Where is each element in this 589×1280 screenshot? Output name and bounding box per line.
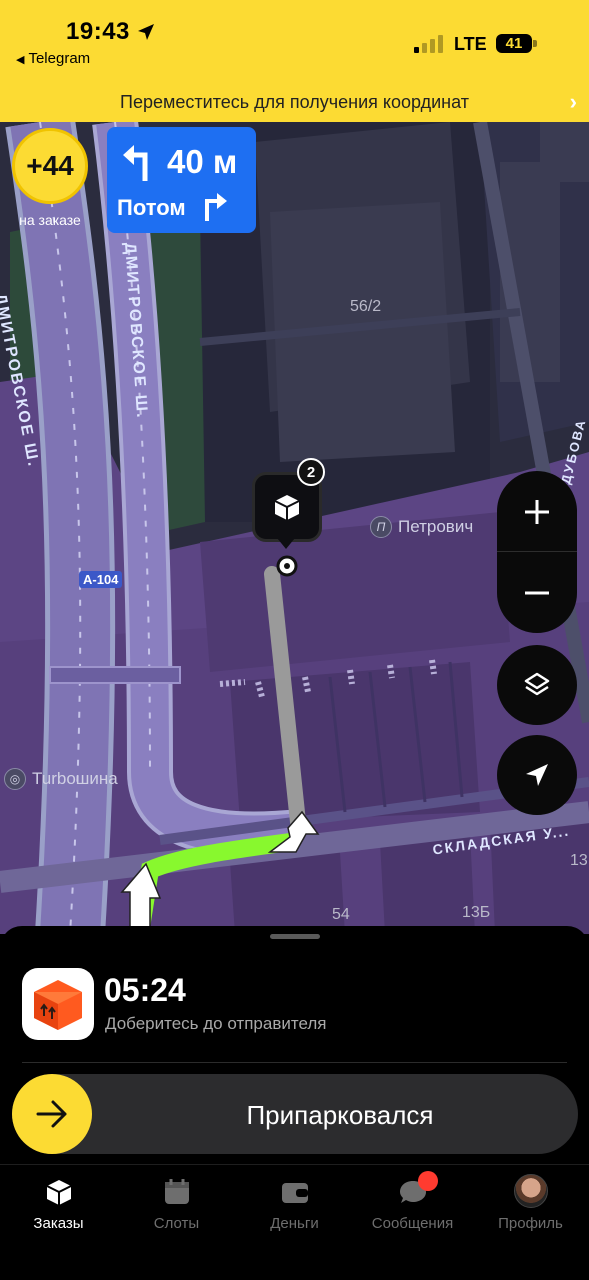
house-number-54: 54 xyxy=(332,906,350,923)
chevron-right-icon: › xyxy=(569,89,577,114)
tab-orders[interactable]: Заказы xyxy=(0,1177,117,1232)
banner-text: Переместитесь для получения координат xyxy=(120,92,469,112)
battery-cap xyxy=(533,40,537,47)
poi-petrovich-name: Петрович xyxy=(398,517,474,536)
location-arrow-icon xyxy=(138,24,154,40)
eta-subtitle: Доберитесь до отправителя xyxy=(105,1014,327,1033)
status-time: 19:43 xyxy=(66,18,130,45)
next-maneuver-label: Потом xyxy=(117,195,186,220)
tab-slots-label: Слоты xyxy=(153,1215,200,1232)
poi-turboshina-name: Turboшина xyxy=(32,769,118,788)
arrow-right-icon xyxy=(36,1100,67,1128)
locate-icon xyxy=(526,764,548,786)
back-to-app-link[interactable]: ◀ Telegram xyxy=(16,50,90,67)
tire-icon: ◎ xyxy=(4,768,26,790)
locate-me-button[interactable] xyxy=(497,735,577,815)
house-number-13b: 13Б xyxy=(462,904,491,921)
tab-profile-label: Профиль xyxy=(498,1215,563,1232)
bottom-tab-bar: Заказы Слоты Деньги Сообщения Профиль xyxy=(0,1164,589,1280)
parked-label: Припарковался xyxy=(246,1100,434,1130)
layers-icon xyxy=(524,672,550,696)
tab-messages[interactable]: Сообщения xyxy=(354,1171,471,1232)
zoom-out-button[interactable] xyxy=(497,552,577,633)
bonus-badge[interactable]: +44 на заказе xyxy=(12,128,88,228)
parcel-box-icon xyxy=(274,495,300,520)
location-banner[interactable]: Переместитесь для получения координат › xyxy=(0,80,589,122)
calendar-icon xyxy=(162,1177,192,1207)
zoom-in-icon xyxy=(525,499,549,524)
parked-slide-button[interactable]: Припарковался xyxy=(12,1074,578,1154)
orders-icon xyxy=(44,1177,74,1207)
back-app-label: Telegram xyxy=(28,50,91,67)
tab-messages-label: Сообщения xyxy=(371,1215,454,1232)
tab-orders-label: Заказы xyxy=(33,1215,84,1232)
zoom-control xyxy=(497,471,577,633)
tab-profile[interactable]: Профиль xyxy=(472,1174,589,1232)
highway-shield: А-104 xyxy=(79,571,123,588)
house-number-13: 13 xyxy=(570,852,588,869)
status-bar: 19:43 ◀ Telegram LTE 41 xyxy=(0,0,589,80)
slide-handle[interactable] xyxy=(12,1074,92,1154)
chat-icon xyxy=(398,1171,438,1207)
bonus-label: на заказе xyxy=(19,212,81,228)
navigation-maneuver-card[interactable]: 40 м Потом xyxy=(107,127,256,233)
sender-box-icon xyxy=(22,968,94,1040)
tab-money[interactable]: Деньги xyxy=(236,1177,353,1232)
poi-petrovich-icon: П xyxy=(370,516,392,538)
pickup-count-badge: 2 xyxy=(297,458,325,486)
avatar xyxy=(513,1174,548,1208)
tab-slots[interactable]: Слоты xyxy=(118,1177,235,1232)
turn-right-icon xyxy=(205,193,227,221)
pickup-pin-tail xyxy=(277,538,295,549)
zoom-out-icon xyxy=(525,591,549,594)
network-type: LTE xyxy=(454,34,487,54)
eta-time: 05:24 xyxy=(104,972,186,1008)
signal-icon xyxy=(414,33,444,53)
building-number-label: 56/2 xyxy=(350,298,382,315)
maneuver-distance: 40 м xyxy=(167,143,238,180)
poi-petrovich[interactable]: П Петрович xyxy=(370,516,473,538)
bonus-value: +44 xyxy=(12,128,88,204)
wallet-icon xyxy=(280,1177,310,1207)
tab-money-label: Деньги xyxy=(270,1215,319,1232)
sheet-grabber[interactable] xyxy=(270,934,320,939)
order-bottom-sheet[interactable]: 05:24 Доберитесь до отправителя Припарко… xyxy=(0,926,589,1166)
turn-left-icon xyxy=(123,145,148,181)
sheet-divider xyxy=(22,1062,567,1063)
notification-dot xyxy=(417,1171,438,1191)
battery-icon: 41 xyxy=(496,34,532,53)
zoom-in-button[interactable] xyxy=(497,471,577,552)
poi-turboshina[interactable]: ◎ Turboшина xyxy=(4,768,118,790)
layers-button[interactable] xyxy=(497,645,577,725)
